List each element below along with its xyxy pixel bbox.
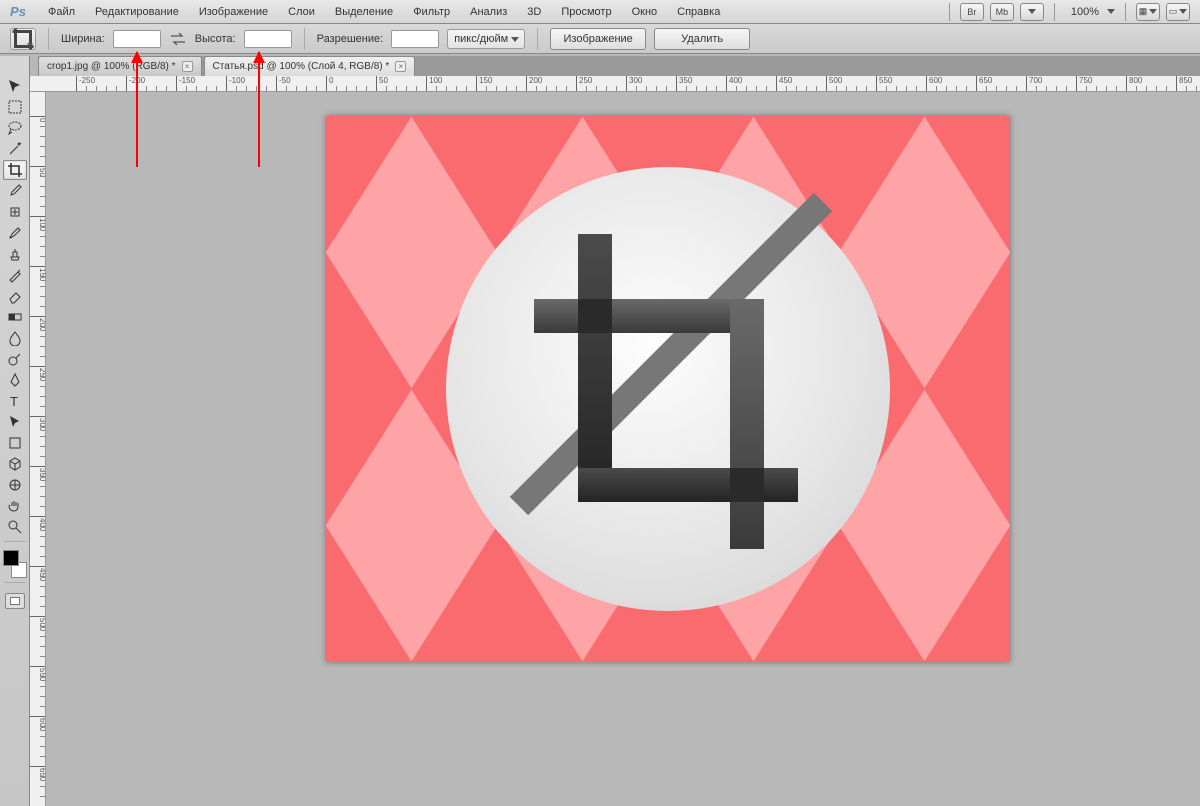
resolution-label: Разрешение: (317, 33, 384, 45)
zoom-tool[interactable] (3, 517, 27, 537)
annotation-arrow (258, 52, 260, 167)
menu-выделение[interactable]: Выделение (325, 2, 403, 22)
menu-справка[interactable]: Справка (667, 2, 730, 22)
menu-изображение[interactable]: Изображение (189, 2, 278, 22)
menu-просмотр[interactable]: Просмотр (551, 2, 621, 22)
canvas-area[interactable] (46, 92, 1200, 806)
ruler-horizontal[interactable]: -250-200-150-100-50050100150200250300350… (38, 76, 1200, 92)
document-tab[interactable]: Статья.psd @ 100% (Слой 4, RGB/8) * × (204, 56, 416, 76)
path-selection-tool[interactable] (3, 412, 27, 432)
divider (1125, 3, 1126, 21)
lasso-tool[interactable] (3, 118, 27, 138)
menu-редактирование[interactable]: Редактирование (85, 2, 189, 22)
document-tab[interactable]: crop1.jpg @ 100% (RGB/8) * × (38, 56, 202, 76)
screen-mode-2-button[interactable]: ▭ (1166, 3, 1190, 21)
blur-tool[interactable] (3, 328, 27, 348)
swap-dimensions-icon[interactable] (169, 31, 187, 47)
menu-анализ[interactable]: Анализ (460, 2, 517, 22)
tab-close-icon[interactable]: × (182, 61, 193, 72)
pen-tool[interactable] (3, 370, 27, 390)
resolution-input[interactable] (391, 30, 439, 48)
hand-tool[interactable] (3, 496, 27, 516)
svg-text:T: T (10, 394, 18, 409)
current-tool-icon[interactable] (10, 28, 36, 50)
crop-icon-illustration (458, 179, 878, 599)
foreground-color-swatch[interactable] (3, 550, 19, 566)
annotation-arrow (136, 52, 138, 167)
arrange-documents-button[interactable]: ▦ (1136, 3, 1160, 21)
width-input[interactable] (113, 30, 161, 48)
menu-фильтр[interactable]: Фильтр (403, 2, 460, 22)
gradient-tool[interactable] (3, 307, 27, 327)
brush-tool[interactable] (3, 223, 27, 243)
height-label: Высота: (195, 33, 236, 45)
menu-bar: Ps ФайлРедактированиеИзображениеСлоиВыде… (0, 0, 1200, 24)
healing-brush-tool[interactable] (3, 202, 27, 222)
width-label: Ширина: (61, 33, 105, 45)
zoom-level[interactable]: 100% (1065, 4, 1115, 20)
eyedropper-tool[interactable] (3, 181, 27, 201)
tab-label: crop1.jpg @ 100% (RGB/8) * (47, 61, 176, 72)
tab-label: Статья.psd @ 100% (Слой 4, RGB/8) * (213, 61, 390, 72)
bridge-button[interactable]: Br (960, 3, 984, 21)
dodge-tool[interactable] (3, 349, 27, 369)
document-tabs: crop1.jpg @ 100% (RGB/8) * × Статья.psd … (38, 56, 1200, 76)
minibridge-button[interactable]: Mb (990, 3, 1014, 21)
menu-слои[interactable]: Слои (278, 2, 325, 22)
quick-mask-button[interactable] (5, 593, 25, 609)
divider (949, 3, 950, 21)
toolbox: T (0, 56, 30, 806)
type-tool[interactable]: T (3, 391, 27, 411)
history-brush-tool[interactable] (3, 265, 27, 285)
move-tool[interactable] (3, 76, 27, 96)
clone-stamp-tool[interactable] (3, 244, 27, 264)
screen-mode-button[interactable] (1020, 3, 1044, 21)
document-canvas[interactable] (326, 116, 1010, 662)
menu-файл[interactable]: Файл (38, 2, 85, 22)
height-input[interactable] (244, 30, 292, 48)
shape-tool[interactable] (3, 433, 27, 453)
marquee-tool[interactable] (3, 97, 27, 117)
divider (1054, 3, 1055, 21)
resolution-unit-dropdown[interactable]: пикс/дюйм (447, 29, 525, 49)
options-bar: Ширина: Высота: Разрешение: пикс/дюйм Из… (0, 24, 1200, 54)
color-swatches[interactable] (3, 550, 27, 578)
3d-camera-tool[interactable] (3, 475, 27, 495)
ps-logo: Ps (4, 3, 32, 21)
menu-3d[interactable]: 3D (517, 2, 551, 22)
crop-tool[interactable] (3, 160, 27, 180)
front-image-button[interactable]: Изображение (550, 28, 646, 50)
ruler-vertical[interactable]: 0501001502002503003504004505005506006507… (30, 92, 46, 806)
clear-button[interactable]: Удалить (654, 28, 750, 50)
menu-окно[interactable]: Окно (622, 2, 668, 22)
magic-wand-tool[interactable] (3, 139, 27, 159)
tab-close-icon[interactable]: × (395, 61, 406, 72)
3d-tool[interactable] (3, 454, 27, 474)
eraser-tool[interactable] (3, 286, 27, 306)
